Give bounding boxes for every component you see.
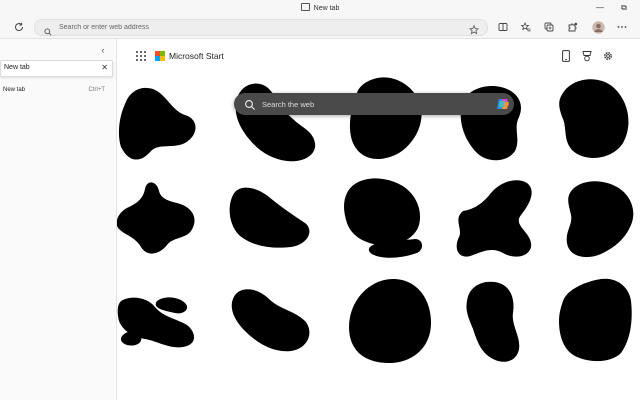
collapse-pane-icon[interactable]: ‹ xyxy=(98,45,108,55)
more-icon[interactable] xyxy=(616,21,628,33)
new-tab-button[interactable]: New tab Ctrl+T xyxy=(0,85,111,97)
blob xyxy=(231,289,310,352)
window-title: New tab xyxy=(0,3,640,12)
blob xyxy=(349,77,422,159)
favorites-icon[interactable] xyxy=(520,21,532,33)
blob xyxy=(566,181,634,258)
collections-icon[interactable] xyxy=(543,21,555,33)
blob xyxy=(117,182,195,254)
tab-icon xyxy=(300,3,310,11)
search-icon xyxy=(244,98,256,110)
close-tab-icon[interactable]: ✕ xyxy=(101,63,108,72)
rewards-icon[interactable] xyxy=(581,50,593,62)
new-tab-label: New tab xyxy=(3,87,26,93)
tab-new-tab[interactable]: New tab ✕ xyxy=(0,60,113,77)
tab-label: New tab xyxy=(4,64,30,71)
window-title-text: New tab xyxy=(313,5,340,12)
split-screen-icon[interactable] xyxy=(497,21,509,33)
blob xyxy=(118,87,196,160)
address-bar[interactable] xyxy=(34,19,488,36)
vertical-tabs-pane: ‹ New tab ✕ New tab Ctrl+T xyxy=(0,39,117,400)
web-search-input[interactable] xyxy=(262,93,482,115)
microsoft-logo-icon xyxy=(155,51,165,61)
blob xyxy=(466,281,520,362)
star-icon[interactable] xyxy=(468,22,480,40)
blob xyxy=(559,278,632,362)
new-tab-shortcut: Ctrl+T xyxy=(88,87,106,93)
brand-name[interactable]: Microsoft Start xyxy=(169,51,224,61)
restore-button[interactable]: ⧉ xyxy=(618,2,630,14)
extensions-icon[interactable] xyxy=(566,21,578,33)
blob xyxy=(559,79,629,158)
address-input[interactable] xyxy=(59,20,459,35)
browser-toolbar xyxy=(0,16,640,39)
blob xyxy=(344,178,421,246)
gear-icon[interactable] xyxy=(602,50,614,62)
minimize-button[interactable]: — xyxy=(594,2,606,14)
app-launcher-icon[interactable] xyxy=(136,51,146,61)
new-tab-page: Microsoft Start xyxy=(117,39,640,400)
profile-avatar[interactable] xyxy=(591,20,605,34)
copilot-icon[interactable] xyxy=(496,97,510,111)
blob xyxy=(456,180,532,257)
title-bar: New tab — ⧉ xyxy=(0,0,640,16)
phone-icon[interactable] xyxy=(560,50,572,62)
blob xyxy=(349,279,431,363)
blob xyxy=(229,187,310,248)
blob xyxy=(120,331,142,346)
refresh-icon[interactable] xyxy=(13,21,25,33)
blob xyxy=(155,297,188,314)
web-search-box[interactable] xyxy=(234,93,514,115)
